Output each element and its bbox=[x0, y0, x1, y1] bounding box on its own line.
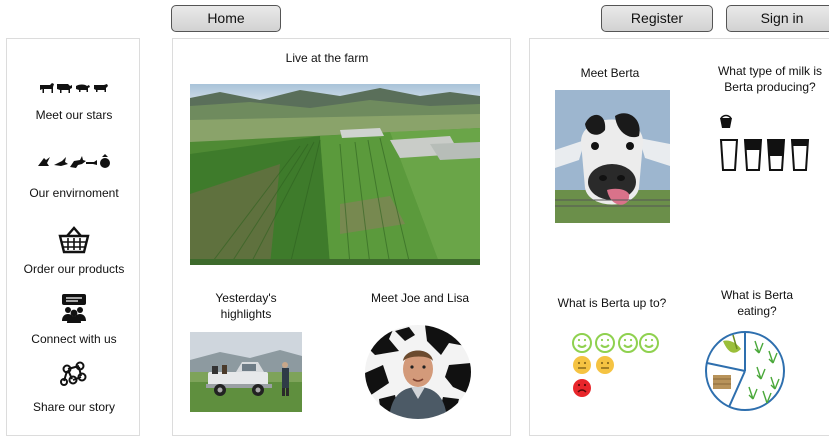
sidebar-item-our-envirnoment[interactable]: Our envirnoment bbox=[7, 153, 141, 200]
sidebar-item-share-our-story[interactable]: Share our story bbox=[7, 361, 141, 414]
shopping-basket-icon bbox=[58, 226, 90, 254]
eating-question: What is Berta eating? bbox=[720, 288, 794, 318]
milk-glasses-icon bbox=[719, 114, 810, 171]
sidebar-item-label: Meet our stars bbox=[35, 108, 113, 122]
eating-pie-icon[interactable] bbox=[703, 327, 787, 413]
mood-faces-icon[interactable] bbox=[570, 333, 662, 401]
milk-question: What type of milk is Berta producing? bbox=[717, 64, 823, 94]
farm-animals-icon bbox=[40, 83, 108, 93]
joe-lisa-image[interactable] bbox=[365, 325, 471, 419]
meet-berta-title: Meet Berta bbox=[580, 66, 640, 80]
joe-lisa-title: Meet Joe and Lisa bbox=[370, 291, 470, 305]
home-button[interactable]: Home bbox=[171, 5, 281, 32]
group-chat-icon bbox=[62, 294, 86, 323]
sidebar-item-label: Order our products bbox=[23, 262, 125, 276]
signin-button[interactable]: Sign in bbox=[726, 5, 829, 32]
highlights-title: Yesterday's highlights bbox=[215, 291, 277, 321]
sidebar-item-label: Share our story bbox=[32, 400, 116, 414]
wildlife-icon bbox=[38, 154, 110, 168]
sidebar-item-label: Our envirnoment bbox=[29, 186, 119, 200]
sidebar-item-label: Connect with us bbox=[31, 332, 117, 346]
sidebar-item-order-our-products[interactable]: Order our products bbox=[7, 225, 141, 276]
sidebar-item-connect-with-us[interactable]: Connect with us bbox=[7, 293, 141, 346]
register-button[interactable]: Register bbox=[601, 5, 713, 32]
berta-image[interactable] bbox=[555, 90, 670, 223]
sidebar-item-meet-our-stars[interactable]: Meet our stars bbox=[7, 79, 141, 122]
highlights-image[interactable] bbox=[190, 332, 302, 412]
mood-question: What is Berta up to? bbox=[557, 296, 667, 310]
live-title: Live at the farm bbox=[285, 51, 369, 65]
share-network-icon bbox=[60, 361, 87, 386]
bucket-icon bbox=[720, 114, 732, 128]
farm-live-image[interactable] bbox=[190, 84, 480, 265]
sidebar: Meet our stars Our envirnoment Order our… bbox=[6, 38, 140, 436]
